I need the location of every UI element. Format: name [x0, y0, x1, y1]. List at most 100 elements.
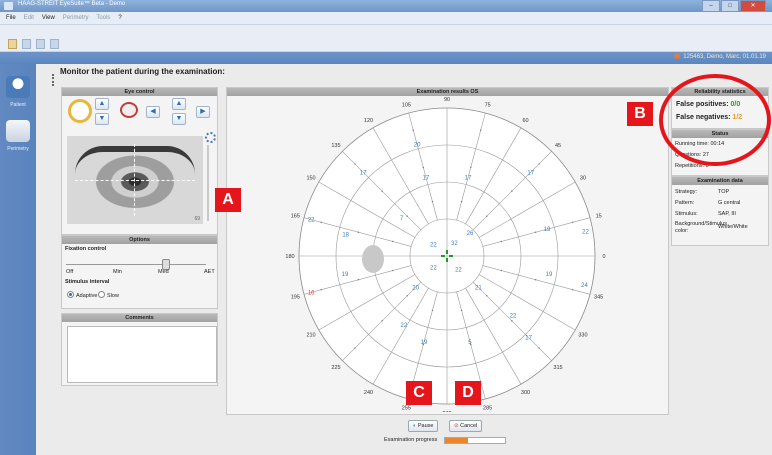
cancel-icon: ⊘ [454, 423, 459, 429]
reliability-highlight-circle [659, 74, 771, 166]
meridian-angle-label: 285 [483, 406, 492, 412]
threshold-value: 22 [582, 230, 589, 236]
menu-file[interactable]: File [6, 12, 16, 24]
pattern-label: Pattern: [675, 200, 695, 206]
test-point-dot [391, 269, 394, 272]
meridian-angle-label: 240 [364, 390, 373, 396]
meridian-angle-label: 300 [521, 390, 530, 396]
move-up2-button[interactable]: ▲ [172, 98, 186, 110]
stimulus-value: SAP, III [718, 211, 736, 217]
test-point-dot [460, 309, 463, 312]
meridian-angle-label: 330 [578, 333, 587, 339]
test-point-dot [357, 231, 360, 233]
move-right-button[interactable]: ▶ [196, 106, 210, 118]
meridian-angle-label: 30 [580, 176, 586, 182]
patient-info-text: 125463, Demo, Marc, 01.01.19 [683, 54, 766, 60]
meridian-angle-label: 45 [555, 143, 561, 149]
fixation-slider-track[interactable] [66, 264, 206, 265]
maximize-button[interactable]: □ [721, 0, 739, 12]
perimetry-nav-label[interactable]: Perimetry [0, 146, 36, 152]
stimulus-label: Stimulus: [675, 211, 698, 217]
meridian-angle-label: 90 [444, 97, 450, 103]
export-icon[interactable] [50, 39, 59, 49]
menu-help[interactable]: ? [118, 12, 121, 24]
test-point-dot [511, 190, 513, 192]
test-point-dot [354, 347, 356, 349]
adaptive-label: Adaptive [76, 293, 98, 299]
zoom-icon[interactable] [68, 99, 92, 123]
threshold-value: 19 [544, 227, 551, 233]
comments-textarea[interactable] [67, 326, 217, 383]
move-down2-button[interactable]: ▼ [172, 113, 186, 125]
print-icon[interactable] [36, 39, 45, 49]
eye-image-value: 69 [194, 216, 200, 222]
test-point-dot [412, 129, 414, 131]
test-point-dot [500, 240, 503, 243]
brightness-slider[interactable] [207, 145, 209, 221]
blind-spot-marker [362, 245, 384, 273]
meridian-angle-label: 210 [306, 333, 315, 339]
comments-header: Comments [62, 314, 217, 322]
fixation-tick-med: Med [158, 269, 169, 275]
menu-edit[interactable]: Edit [24, 12, 34, 24]
eye-target-icon[interactable] [120, 102, 138, 118]
fixation-tick-min: Min [113, 269, 122, 275]
test-point-dot [357, 279, 360, 281]
fixation-tick-aet: AET [204, 269, 215, 275]
close-button[interactable]: ✕ [740, 0, 766, 12]
test-point-dot [534, 231, 537, 233]
pause-button[interactable]: ◐ Pause [408, 420, 439, 432]
menu-tools[interactable]: Tools [96, 12, 110, 24]
cancel-label: Cancel [460, 423, 478, 429]
meridian-angle-label: 195 [291, 295, 300, 301]
toolbar [0, 25, 772, 52]
slow-radio[interactable]: Slow [98, 291, 119, 299]
window-title: HAAG-STREIT EyeSuite™ Beta - Demo [18, 1, 126, 7]
meridian-angle-label: 150 [306, 176, 315, 182]
adaptive-radio-icon[interactable] [67, 291, 74, 298]
progress-label: Examination progress [384, 437, 438, 443]
menu-perimetry[interactable]: Perimetry [63, 12, 89, 24]
meridian-angle-label: 120 [364, 118, 373, 124]
meridian-angle-label: 180 [285, 254, 294, 260]
patient-nav-icon[interactable] [6, 76, 30, 98]
test-point-dot [511, 320, 513, 322]
patient-info: 125463, Demo, Marc, 01.01.19 [674, 53, 766, 60]
menu-bar: File Edit View Perimetry Tools ? [0, 12, 772, 25]
slow-radio-icon[interactable] [98, 291, 105, 298]
move-down-button[interactable]: ▼ [95, 113, 109, 125]
save-icon[interactable] [22, 39, 31, 49]
adaptive-radio[interactable]: Adaptive [67, 291, 97, 299]
test-point-dot [538, 347, 540, 349]
meridian-angle-label: 255 [402, 406, 411, 412]
threshold-value: 17 [465, 175, 472, 181]
options-header: Options [62, 236, 217, 244]
meridian-angle-label: 270 [442, 411, 451, 412]
test-point-dot [534, 279, 537, 281]
splitter-handle[interactable] [52, 74, 56, 86]
move-left-button[interactable]: ◀ [146, 106, 160, 118]
test-point-dot [486, 295, 488, 297]
menu-view[interactable]: View [42, 12, 55, 24]
test-point-dot [422, 343, 424, 346]
edit-icon[interactable] [8, 39, 17, 49]
move-up-button[interactable]: ▲ [95, 98, 109, 110]
meridian-angle-label: 345 [594, 295, 603, 301]
eye-control-header: Eye control [62, 88, 217, 96]
test-point-dot [431, 200, 434, 203]
test-point-dot [320, 289, 322, 291]
cancel-button[interactable]: ⊘ Cancel [449, 420, 483, 432]
test-point-dot [381, 320, 383, 322]
threshold-value: 17 [527, 170, 534, 176]
patient-nav-label[interactable]: Patient [0, 102, 36, 108]
threshold-value: 32 [451, 241, 458, 247]
settings-gear-icon[interactable] [205, 132, 216, 143]
test-point-dot [391, 240, 394, 243]
patient-band [0, 52, 772, 64]
threshold-value: 19 [421, 340, 428, 346]
exam-progress-fill [445, 438, 468, 443]
left-navigation: Patient Perimetry [0, 64, 41, 455]
meridian-angle-label: 105 [402, 102, 411, 108]
minimize-button[interactable]: – [702, 0, 720, 12]
perimetry-nav-icon[interactable] [6, 120, 30, 142]
